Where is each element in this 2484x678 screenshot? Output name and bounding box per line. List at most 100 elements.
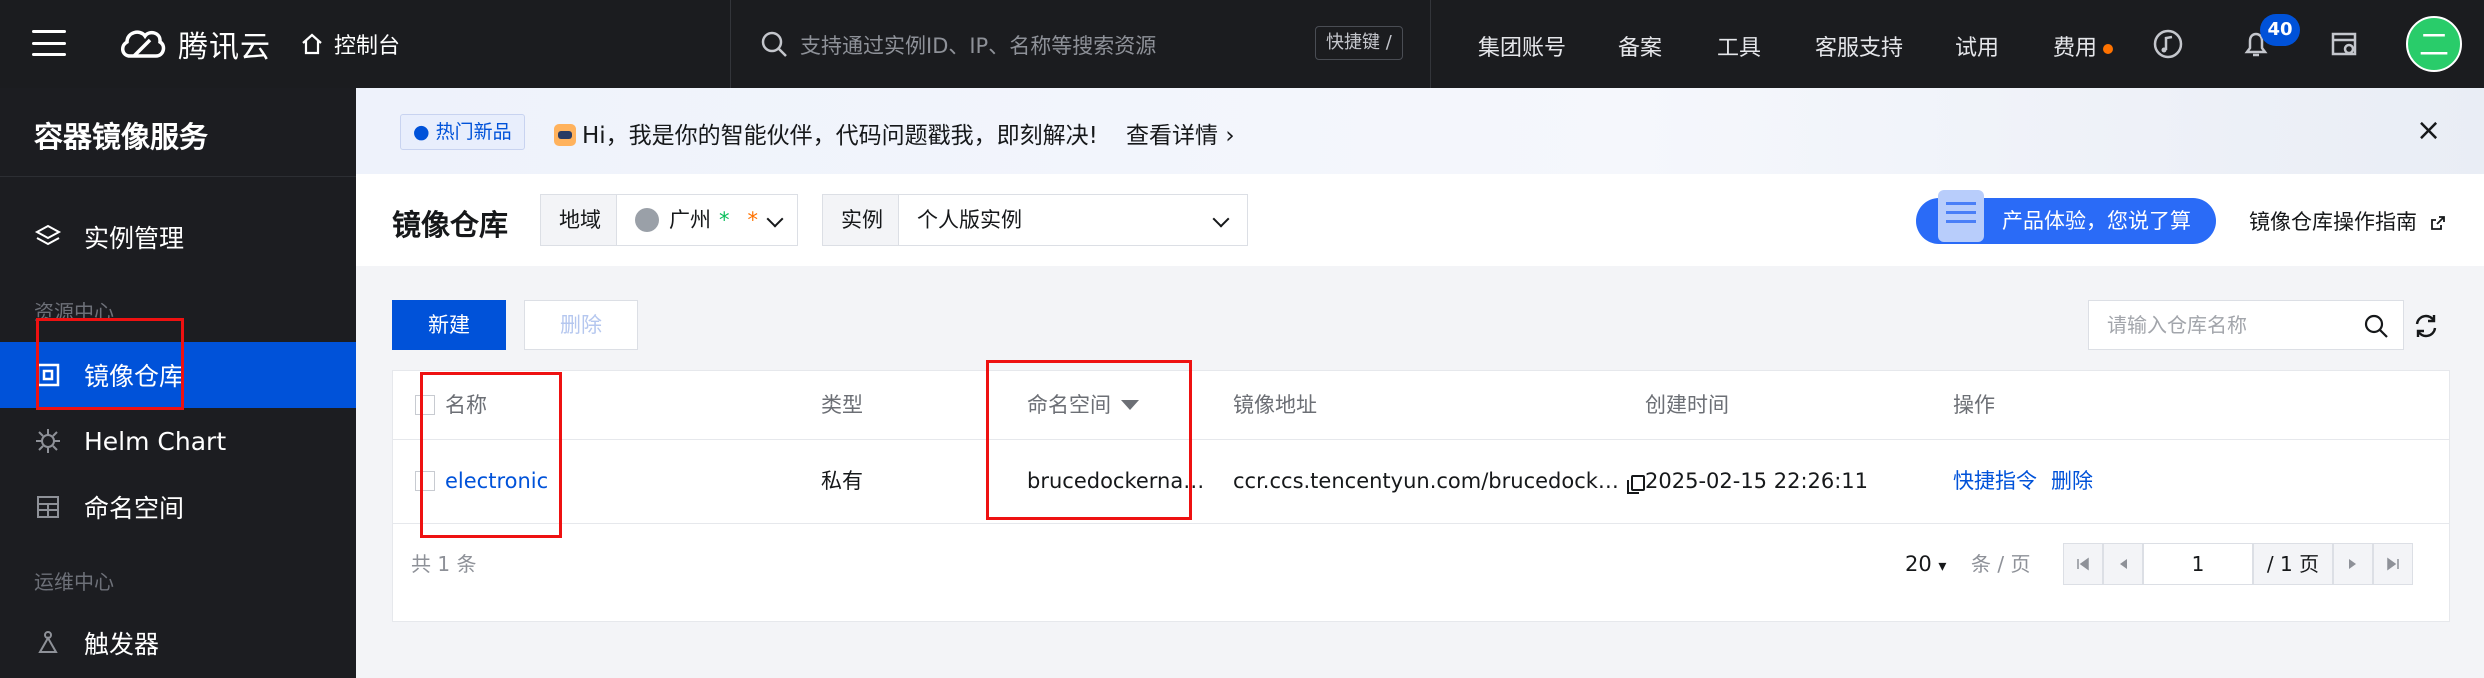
flame-icon: ● [413,121,430,143]
document-icon[interactable] [2326,26,2362,62]
prev-page-button[interactable] [2103,543,2143,585]
layers-icon [34,224,62,246]
repo-search-input[interactable] [2089,301,2349,349]
sidebar-item-trigger[interactable]: 触发器 [0,610,356,676]
instance-select[interactable]: 个人版实例 [898,194,1248,246]
banner-message: Hi，我是你的智能伙伴，代码问题戳我，即刻解决! [554,116,1098,150]
sidebar-title: 容器镜像服务 [34,120,209,154]
menu-trial[interactable]: 试用 [1955,30,1999,62]
filter-icon[interactable] [1121,400,1139,410]
hot-new-tag: ● 热门新品 [400,114,525,150]
guide-link[interactable]: 镜像仓库操作指南 [2249,206,2446,236]
region-select[interactable]: 广州 * * [616,194,798,246]
last-page-icon [2387,557,2399,571]
menu-filing[interactable]: 备案 [1618,30,1662,62]
first-page-button[interactable] [2063,543,2103,585]
sidebar-item-label: 命名空间 [84,494,185,523]
brand-logo[interactable]: 腾讯云 [118,22,271,66]
instance-label: 实例 [822,194,902,246]
music-note-icon[interactable] [2150,26,2186,62]
feedback-promo-button[interactable]: 产品体验，您说了算 [1916,190,2216,244]
sidebar-item-instance-management[interactable]: 实例管理 [0,204,356,270]
copy-icon[interactable] [1626,475,1645,494]
row-checkbox[interactable] [415,471,435,491]
external-link-icon [2430,216,2445,230]
sidebar-item-namespace[interactable]: 命名空间 [0,474,356,540]
page-size-value: 20 [1905,552,1932,576]
shortcut-key-hint[interactable]: 快捷键 / [1315,26,1403,60]
repo-type: 私有 [821,469,863,493]
column-header-created: 创建时间 [1645,393,1729,417]
next-page-button[interactable] [2333,543,2373,585]
page-number-input[interactable]: 1 [2143,543,2253,585]
guide-label: 镜像仓库操作指南 [2249,210,2417,234]
page-size-unit: 条 / 页 [1971,552,2031,576]
status-star-orange: * [747,208,759,232]
quick-command-link[interactable]: 快捷指令 [1953,439,2037,523]
status-star-green: * [719,208,730,232]
pagination: 1 / 1 页 [2063,543,2413,585]
sidebar-item-label: 实例管理 [84,224,185,253]
chevron-right-icon: › [1225,123,1235,149]
divider [1430,0,1431,88]
banner-details-link[interactable]: 查看详情 › [1126,116,1235,150]
sidebar-group-ops: 运维中心 [34,570,114,594]
refresh-icon[interactable] [2412,312,2440,340]
column-header-namespace: 命名空间 [1027,371,1139,439]
menu-billing-label: 费用 [2053,36,2098,61]
menu-billing[interactable]: 费用 [2053,30,2114,62]
row-delete-link[interactable]: 删除 [2051,439,2093,523]
chevron-down-icon: ▾ [1938,556,1947,575]
search-icon[interactable] [2363,313,2389,339]
new-button[interactable]: 新建 [392,300,506,350]
cloud-logo-icon [121,30,166,58]
page-header: 镜像仓库 地域 广州 * * 实例 个人版实例 产品体验，您说了算 镜像仓库操作指南 [356,174,2484,266]
promo-label: 产品体验，您说了算 [2002,209,2191,233]
globe-icon [635,208,659,232]
repo-search [2088,300,2404,350]
sidebar-group-resources: 资源中心 [34,300,114,324]
announcement-banner: ● 热门新品 Hi，我是你的智能伙伴，代码问题戳我，即刻解决! 查看详情 › × [356,88,2484,174]
search-icon [761,31,787,57]
select-all-checkbox[interactable] [415,395,435,415]
page-size-select[interactable]: 20 ▾ [1905,523,1946,605]
console-link[interactable]: 控制台 [300,28,400,60]
helm-icon [36,429,60,453]
total-pages: / 1 页 [2253,543,2333,585]
total-count: 共 1 条 [411,552,477,576]
console-label: 控制台 [334,34,401,59]
global-search-placeholder: 支持通过实例ID、IP、名称等搜索资源 [800,34,1157,58]
menu-support[interactable]: 客服支持 [1815,30,1903,62]
chevron-down-icon [1212,210,1230,228]
last-page-button[interactable] [2373,543,2413,585]
repo-address: ccr.ccs.tencentyun.com/brucedock… [1233,439,1645,523]
prev-page-icon [2120,559,2127,569]
menu-group-account[interactable]: 集团账号 [1478,30,1566,62]
namespace-icon [37,496,59,518]
menu-tools[interactable]: 工具 [1717,30,1761,62]
close-icon[interactable]: × [2416,116,2441,146]
home-icon [302,33,322,55]
repo-name-link[interactable]: electronic [445,439,785,523]
sidebar-item-image-repo[interactable]: 镜像仓库 [0,342,356,408]
first-page-icon [2077,557,2089,571]
sidebar-item-helm-chart[interactable]: Helm Chart [0,408,356,474]
menu-icon[interactable] [32,30,66,56]
banner-message-text: Hi，我是你的智能伙伴，代码问题戳我，即刻解决! [582,123,1098,149]
notification-badge: 40 [2260,14,2300,46]
repo-address-text: ccr.ccs.tencentyun.com/brucedock… [1233,469,1619,493]
repo-namespace: brucedockerna… [1027,469,1205,493]
page-title: 镜像仓库 [392,208,509,242]
repo-created-time: 2025-02-15 22:26:11 [1645,469,1869,493]
column-header-actions: 操作 [1953,393,1995,417]
divider [0,176,356,177]
sidebar-item-label: 镜像仓库 [84,362,185,391]
sidebar-item-label: 触发器 [84,630,160,659]
avatar[interactable]: 二 [2406,16,2462,72]
delete-button[interactable]: 删除 [524,300,638,350]
region-value: 广州 [669,208,711,232]
feedback-icon [1938,190,1984,242]
sidebar-item-label: Helm Chart [84,426,227,456]
column-header-address: 镜像地址 [1233,393,1317,417]
robot-icon [554,124,576,146]
